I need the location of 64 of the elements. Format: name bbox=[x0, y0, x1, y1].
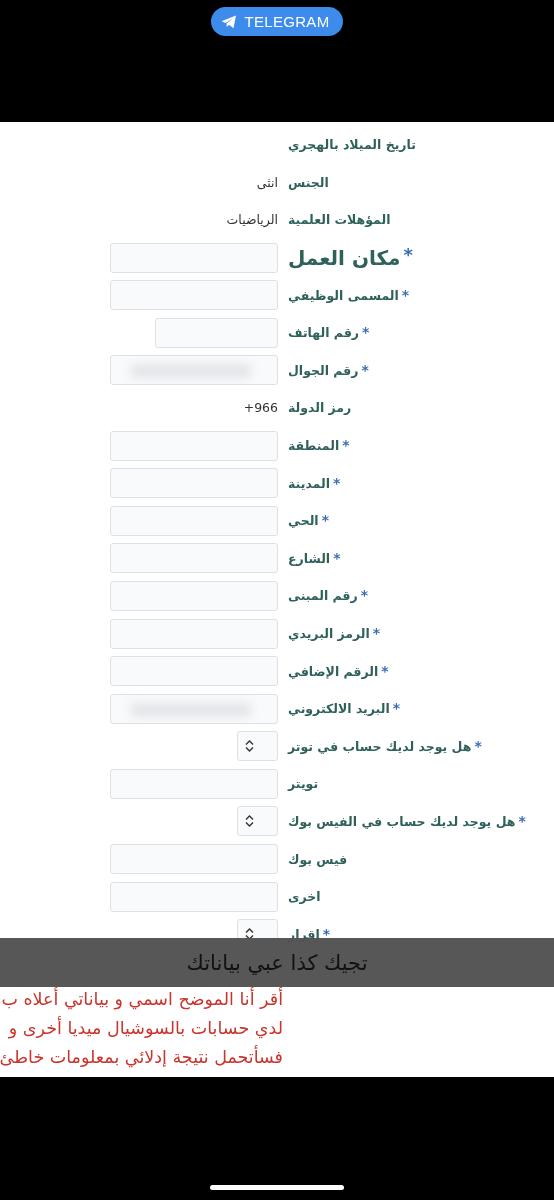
field-label: هل يوجد لديك حساب في توتر bbox=[288, 738, 472, 754]
input-field[interactable] bbox=[110, 844, 278, 875]
input-field[interactable] bbox=[110, 468, 278, 499]
field-label: رقم الهاتف bbox=[288, 325, 360, 341]
required-asterisk: * bbox=[332, 475, 341, 490]
input-field[interactable] bbox=[110, 693, 278, 724]
select-field[interactable] bbox=[237, 806, 278, 837]
required-asterisk: * bbox=[381, 663, 389, 678]
field-label: البريد الالكتروني bbox=[288, 701, 390, 717]
up-down-chevron-icon bbox=[245, 740, 254, 753]
input-field[interactable] bbox=[110, 881, 278, 912]
field-label: فيس بوك bbox=[288, 851, 348, 867]
up-down-chevron-icon bbox=[245, 928, 254, 941]
required-asterisk: * bbox=[321, 513, 329, 528]
field-label: هل يوجد لديك حساب في الفيس بوك bbox=[288, 814, 516, 829]
field-label: الرقم الإضافي bbox=[288, 663, 379, 679]
field-value: 966+ bbox=[243, 400, 278, 416]
field-label: المسمى الوظيفي bbox=[288, 287, 399, 303]
input-field[interactable] bbox=[110, 355, 278, 386]
field-label: المدينة bbox=[288, 475, 330, 491]
input-field[interactable] bbox=[110, 280, 278, 311]
required-asterisk: * bbox=[342, 438, 350, 453]
up-down-chevron-icon bbox=[245, 815, 254, 828]
field-value: الرياضيات bbox=[226, 212, 278, 228]
input-field[interactable] bbox=[110, 580, 278, 611]
input-field[interactable] bbox=[110, 505, 278, 536]
caption-text: تجيك كذا عبي بياناتك bbox=[186, 950, 368, 975]
required-asterisk: * bbox=[361, 362, 369, 377]
field-value: انثى bbox=[256, 174, 278, 190]
required-asterisk: * bbox=[518, 814, 526, 828]
required-asterisk: * bbox=[403, 245, 413, 264]
required-asterisk: * bbox=[360, 588, 369, 603]
field-label: الرمز البريدي bbox=[288, 626, 370, 641]
field-label: الشارع bbox=[288, 550, 331, 566]
required-asterisk: * bbox=[322, 926, 331, 941]
required-asterisk: * bbox=[392, 701, 400, 716]
field-label: رمز الدولة bbox=[288, 400, 352, 416]
input-field[interactable] bbox=[110, 430, 278, 461]
required-asterisk: * bbox=[401, 287, 410, 302]
input-field[interactable] bbox=[155, 317, 278, 348]
field-label: الجنس bbox=[288, 174, 329, 190]
field-label: المنطقة bbox=[288, 438, 340, 454]
telegram-badge[interactable]: TELEGRAM bbox=[210, 7, 344, 36]
field-label: تاريخ الميلاد بالهجري bbox=[288, 137, 416, 153]
input-field[interactable] bbox=[110, 618, 278, 649]
required-asterisk: * bbox=[333, 550, 341, 565]
input-field[interactable] bbox=[110, 656, 278, 687]
required-asterisk: * bbox=[372, 626, 381, 640]
required-asterisk: * bbox=[362, 325, 370, 340]
field-label: اقرار bbox=[288, 926, 320, 942]
paper-plane-icon bbox=[220, 14, 237, 29]
field-label: رقم المبنى bbox=[288, 588, 358, 604]
input-field[interactable] bbox=[110, 768, 278, 799]
field-label: تويتر bbox=[288, 776, 319, 792]
field-label: رقم الجوال bbox=[288, 362, 359, 378]
field-label: الحي bbox=[288, 513, 319, 529]
input-field[interactable] bbox=[110, 242, 278, 273]
section-heading: مكان العمل bbox=[288, 245, 401, 270]
required-asterisk: * bbox=[474, 738, 482, 753]
input-field[interactable] bbox=[110, 543, 278, 574]
select-field[interactable] bbox=[237, 731, 278, 762]
declaration-text: أقر أنا الموضح اسمي و بياناتي أعلاه ب لدي حسابات بالسوشيال ميديا أخرى و فسأتحمل نتيجة إدلائي بمعلومات خاطئ bbox=[0, 986, 283, 1070]
field-label: اخرى bbox=[288, 889, 321, 905]
field-label: المؤهلات العلمية bbox=[288, 212, 391, 228]
